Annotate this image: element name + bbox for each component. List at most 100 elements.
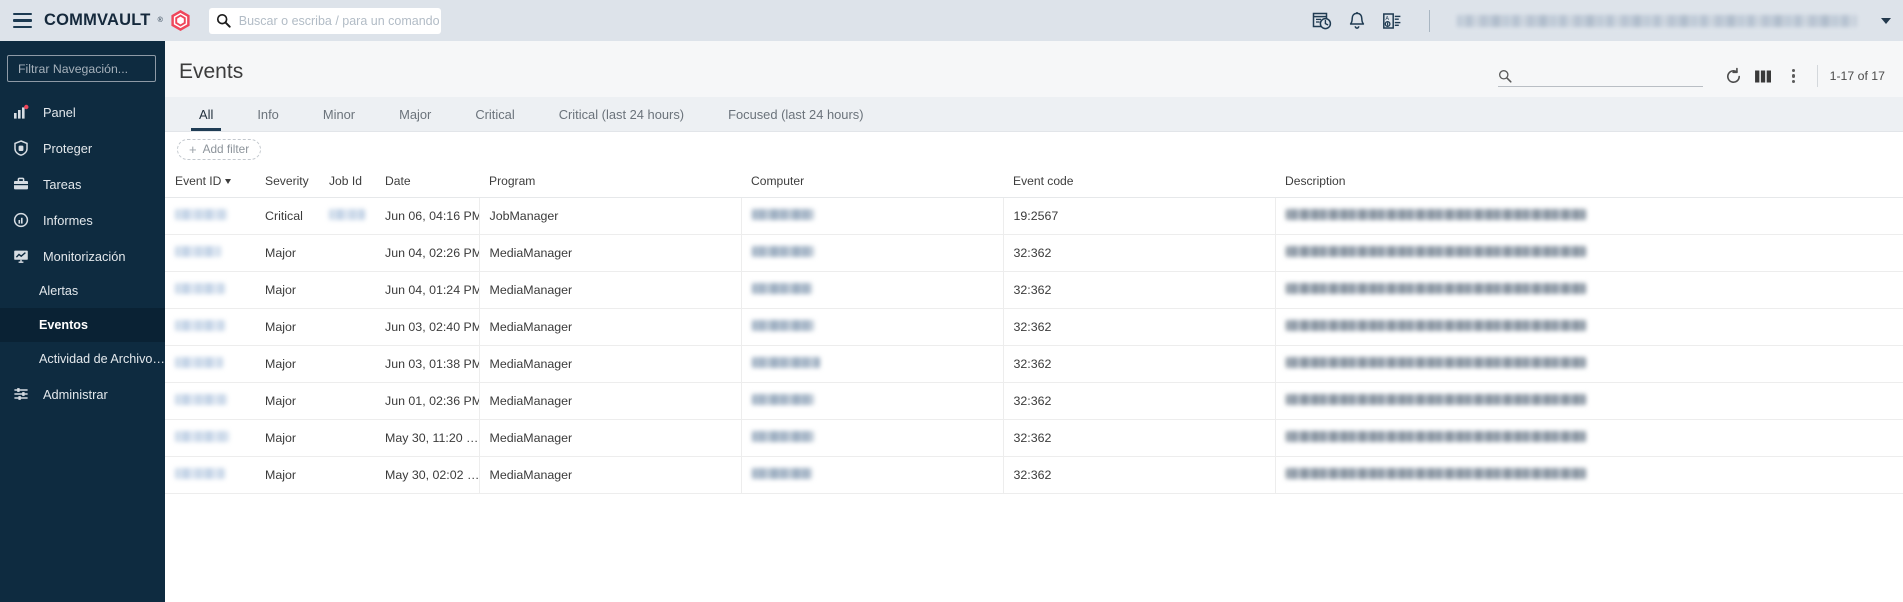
cell-severity: Major <box>255 345 319 383</box>
table-header-row: Event ID Severity Job Id Date Program Co… <box>165 166 1903 198</box>
cell-event-code: 32:362 <box>1002 382 1275 420</box>
sidebar-item-proteger[interactable]: Proteger <box>0 130 165 166</box>
tab-label: All <box>199 106 214 122</box>
cell-date: May 30, 02:02 … <box>375 456 479 494</box>
column-header-date[interactable]: Date <box>375 166 479 198</box>
nav-filter-field[interactable] <box>7 55 156 82</box>
dashboard-icon <box>10 104 32 120</box>
app-root: COMMVAULT ® Buscar o escriba / para un c… <box>0 0 1903 602</box>
tab-minor[interactable]: Minor <box>301 97 377 131</box>
cell-computer <box>740 308 1003 346</box>
redacted-value <box>751 246 814 257</box>
table-row[interactable]: Major Jun 04, 01:24 PM MediaManager 32:3… <box>165 271 1903 309</box>
user-tenant-label[interactable] <box>1457 14 1857 27</box>
table-row[interactable]: Major Jun 01, 02:36 PM MediaManager 32:3… <box>165 382 1903 420</box>
tab-critical[interactable]: Critical <box>453 97 536 131</box>
redacted-value <box>175 209 227 220</box>
sidebar-item-tareas[interactable]: Tareas <box>0 166 165 202</box>
nav-filter-input[interactable] <box>16 60 147 77</box>
cell-computer <box>740 419 1003 457</box>
tab-all[interactable]: All <box>177 97 235 131</box>
cell-date: Jun 04, 02:26 PM <box>375 234 479 272</box>
chevron-down-icon[interactable] <box>1881 17 1891 24</box>
add-filter-button[interactable]: + Add filter <box>177 138 262 160</box>
columns-button[interactable] <box>1749 63 1779 89</box>
column-header-label: Event ID <box>175 174 222 188</box>
refresh-button[interactable] <box>1719 63 1749 89</box>
table-row[interactable]: Major Jun 04, 02:26 PM MediaManager 32:3… <box>165 234 1903 272</box>
cell-job-id[interactable] <box>319 308 375 346</box>
table-row[interactable]: Major May 30, 11:20 … MediaManager 32:36… <box>165 419 1903 457</box>
column-header-program[interactable]: Program <box>479 166 741 198</box>
sidebar-item-label: Administrar <box>43 386 108 402</box>
schedule-clock-icon[interactable] <box>1311 10 1332 31</box>
refresh-icon <box>1727 67 1741 83</box>
brand-logo[interactable]: COMMVAULT ® <box>44 9 191 32</box>
column-header-description[interactable]: Description <box>1275 166 1903 198</box>
cell-event-code: 32:362 <box>1002 234 1275 272</box>
cell-job-id[interactable] <box>319 197 375 235</box>
tab-major[interactable]: Major <box>377 97 453 131</box>
tab-label: Major <box>399 106 432 122</box>
cell-description <box>1274 271 1903 309</box>
sliders-icon <box>10 386 32 402</box>
cell-date: May 30, 11:20 … <box>375 419 479 457</box>
sidebar-item-alertas[interactable]: Alertas <box>0 274 165 308</box>
cell-severity: Major <box>255 308 319 346</box>
hamburger-bar <box>12 12 32 16</box>
redacted-value <box>175 283 225 294</box>
cell-job-id[interactable] <box>319 271 375 309</box>
tab-label: Critical (last 24 hours) <box>558 106 685 122</box>
table-row[interactable]: Major Jun 03, 01:38 PM MediaManager 32:3… <box>165 345 1903 383</box>
cell-job-id[interactable] <box>319 456 375 494</box>
cell-job-id[interactable] <box>319 345 375 383</box>
column-header-label: Description <box>1285 174 1346 188</box>
topbar-divider <box>1429 9 1430 32</box>
hamburger-menu-icon[interactable] <box>8 7 36 35</box>
document-list-icon[interactable]: A <box>1381 10 1402 31</box>
more-options-button[interactable] <box>1779 63 1809 89</box>
cell-description <box>1274 382 1903 420</box>
cell-description <box>1274 308 1903 346</box>
cell-job-id[interactable] <box>319 234 375 272</box>
sidebar-item-administrar[interactable]: Administrar <box>0 376 165 412</box>
cell-job-id[interactable] <box>319 382 375 420</box>
redacted-value <box>751 320 814 331</box>
cell-event-code: 32:362 <box>1002 456 1275 494</box>
global-search[interactable] <box>208 7 441 34</box>
column-header-label: Job Id <box>329 174 362 188</box>
sidebar-item-label: Panel <box>43 104 76 120</box>
column-header-severity[interactable]: Severity <box>255 166 319 198</box>
redacted-value <box>1285 394 1586 405</box>
column-header-computer[interactable]: Computer <box>741 166 1003 198</box>
redacted-value <box>175 357 223 368</box>
global-search-input[interactable] <box>236 7 441 34</box>
tab-focused-last-24-hours[interactable]: Focused (last 24 hours) <box>706 97 885 131</box>
events-table-container[interactable]: Event ID Severity Job Id Date Program Co… <box>165 166 1903 602</box>
cell-date: Jun 04, 01:24 PM <box>375 271 479 309</box>
sidebar-item-monitorizacion[interactable]: Monitorización <box>0 238 165 274</box>
column-header-event-code[interactable]: Event code <box>1003 166 1275 198</box>
sidebar-item-label: Eventos <box>39 318 88 332</box>
table-row[interactable]: Major Jun 03, 02:40 PM MediaManager 32:3… <box>165 308 1903 346</box>
grid-search[interactable] <box>1497 66 1703 87</box>
table-row[interactable]: Major May 30, 02:02 … MediaManager 32:36… <box>165 456 1903 494</box>
tab-critical-last-24-hours[interactable]: Critical (last 24 hours) <box>537 97 706 131</box>
sidebar-item-panel[interactable]: Panel <box>0 94 165 130</box>
sidebar-item-eventos[interactable]: Eventos <box>0 308 165 342</box>
cell-job-id[interactable] <box>319 419 375 457</box>
main-content: Events 1-17 of 17 All Info Minor Major C… <box>165 41 1903 602</box>
column-header-label: Event code <box>1013 174 1074 188</box>
page-title: Events <box>179 60 244 83</box>
sidebar-item-informes[interactable]: Informes <box>0 202 165 238</box>
notifications-bell-icon[interactable] <box>1346 10 1367 31</box>
cell-severity: Major <box>255 234 319 272</box>
column-header-event-id[interactable]: Event ID <box>165 166 255 198</box>
plus-icon: + <box>189 141 197 157</box>
sidebar-item-actividad-de-archivo[interactable]: Actividad de Archivo… <box>0 342 165 376</box>
cell-event-id <box>165 419 255 457</box>
tab-info[interactable]: Info <box>235 97 301 131</box>
table-row[interactable]: Critical Jun 06, 04:16 PM JobManager 19:… <box>165 197 1903 235</box>
grid-search-input[interactable] <box>1517 67 1703 84</box>
column-header-job-id[interactable]: Job Id <box>319 166 375 198</box>
